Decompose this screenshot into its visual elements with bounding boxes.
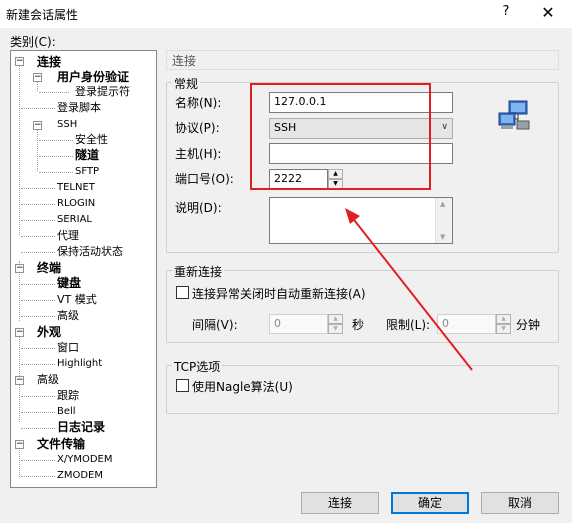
connect-button[interactable]: 连接	[301, 492, 379, 514]
annotation-arrow	[345, 208, 473, 371]
cancel-button[interactable]: 取消	[481, 492, 559, 514]
ok-button[interactable]: 确定	[391, 492, 469, 514]
